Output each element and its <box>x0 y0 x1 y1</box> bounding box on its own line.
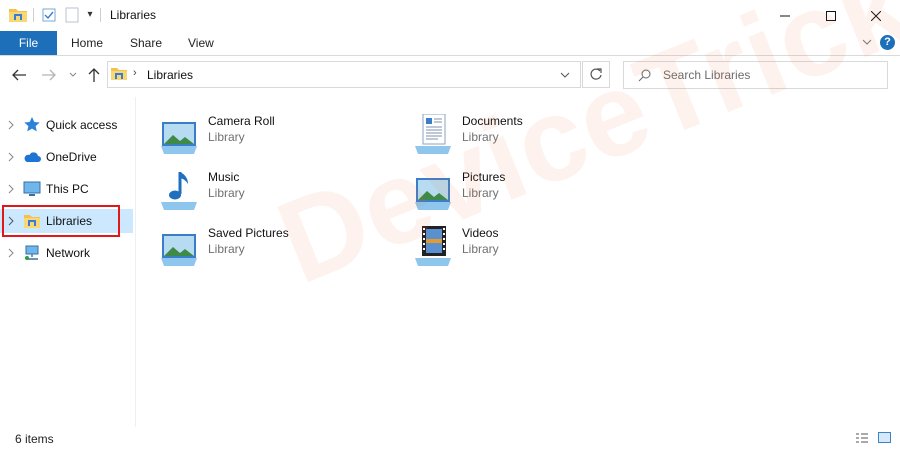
library-type: Library <box>208 130 245 144</box>
qat-separator <box>33 8 34 22</box>
expand-chevron-icon[interactable] <box>7 151 15 163</box>
sidebar-item-label: Network <box>46 246 91 260</box>
library-name: Camera Roll <box>208 114 275 128</box>
music-library-icon <box>161 172 197 210</box>
network-icon <box>25 245 39 260</box>
breadcrumb-chevron-icon[interactable]: › <box>133 67 137 79</box>
expand-chevron-icon[interactable] <box>7 247 15 259</box>
library-name: Music <box>208 170 240 184</box>
star-icon <box>24 117 40 132</box>
libraries-folder-icon <box>111 68 127 80</box>
library-type: Library <box>208 242 245 256</box>
sidebar-item-network[interactable]: Network <box>0 241 133 265</box>
expand-chevron-icon[interactable] <box>7 119 15 131</box>
sidebar-item-label: OneDrive <box>46 150 97 164</box>
customize-qat-dropdown[interactable]: ▾ <box>84 7 96 23</box>
status-item-count: 6 items <box>15 432 54 446</box>
recent-locations-chevron-icon[interactable] <box>68 68 78 82</box>
cloud-icon <box>24 152 41 162</box>
library-type: Library <box>208 186 245 200</box>
up-arrow-icon[interactable] <box>86 66 102 84</box>
new-folder-icon[interactable] <box>65 7 79 23</box>
tab-home[interactable]: Home <box>71 31 103 55</box>
properties-icon[interactable] <box>42 8 56 22</box>
tab-file[interactable]: File <box>0 31 57 55</box>
forward-arrow-icon[interactable] <box>40 66 58 84</box>
expand-chevron-icon[interactable] <box>7 183 15 195</box>
annotation-highlight-box <box>2 205 120 237</box>
sidebar-item-label: This PC <box>46 182 89 196</box>
picture-library-icon <box>161 122 197 154</box>
sidebar-item-quick-access[interactable]: Quick access <box>0 113 133 137</box>
details-view-icon[interactable] <box>856 433 868 443</box>
sidebar-item-this-pc[interactable]: This PC <box>0 177 133 201</box>
breadcrumb-libraries[interactable]: Libraries <box>147 68 193 82</box>
libraries-folder-icon[interactable] <box>8 6 28 24</box>
back-arrow-icon[interactable] <box>10 66 28 84</box>
picture-library-icon <box>161 234 197 266</box>
large-icons-view-icon[interactable] <box>878 432 891 443</box>
window-title: Libraries <box>110 8 157 22</box>
qat-separator <box>100 8 101 22</box>
tab-view[interactable]: View <box>188 31 214 55</box>
sidebar-item-label: Quick access <box>46 118 118 132</box>
tab-share[interactable]: Share <box>130 31 162 55</box>
sidebar-item-onedrive[interactable]: OneDrive <box>0 145 133 169</box>
computer-icon <box>23 181 41 196</box>
